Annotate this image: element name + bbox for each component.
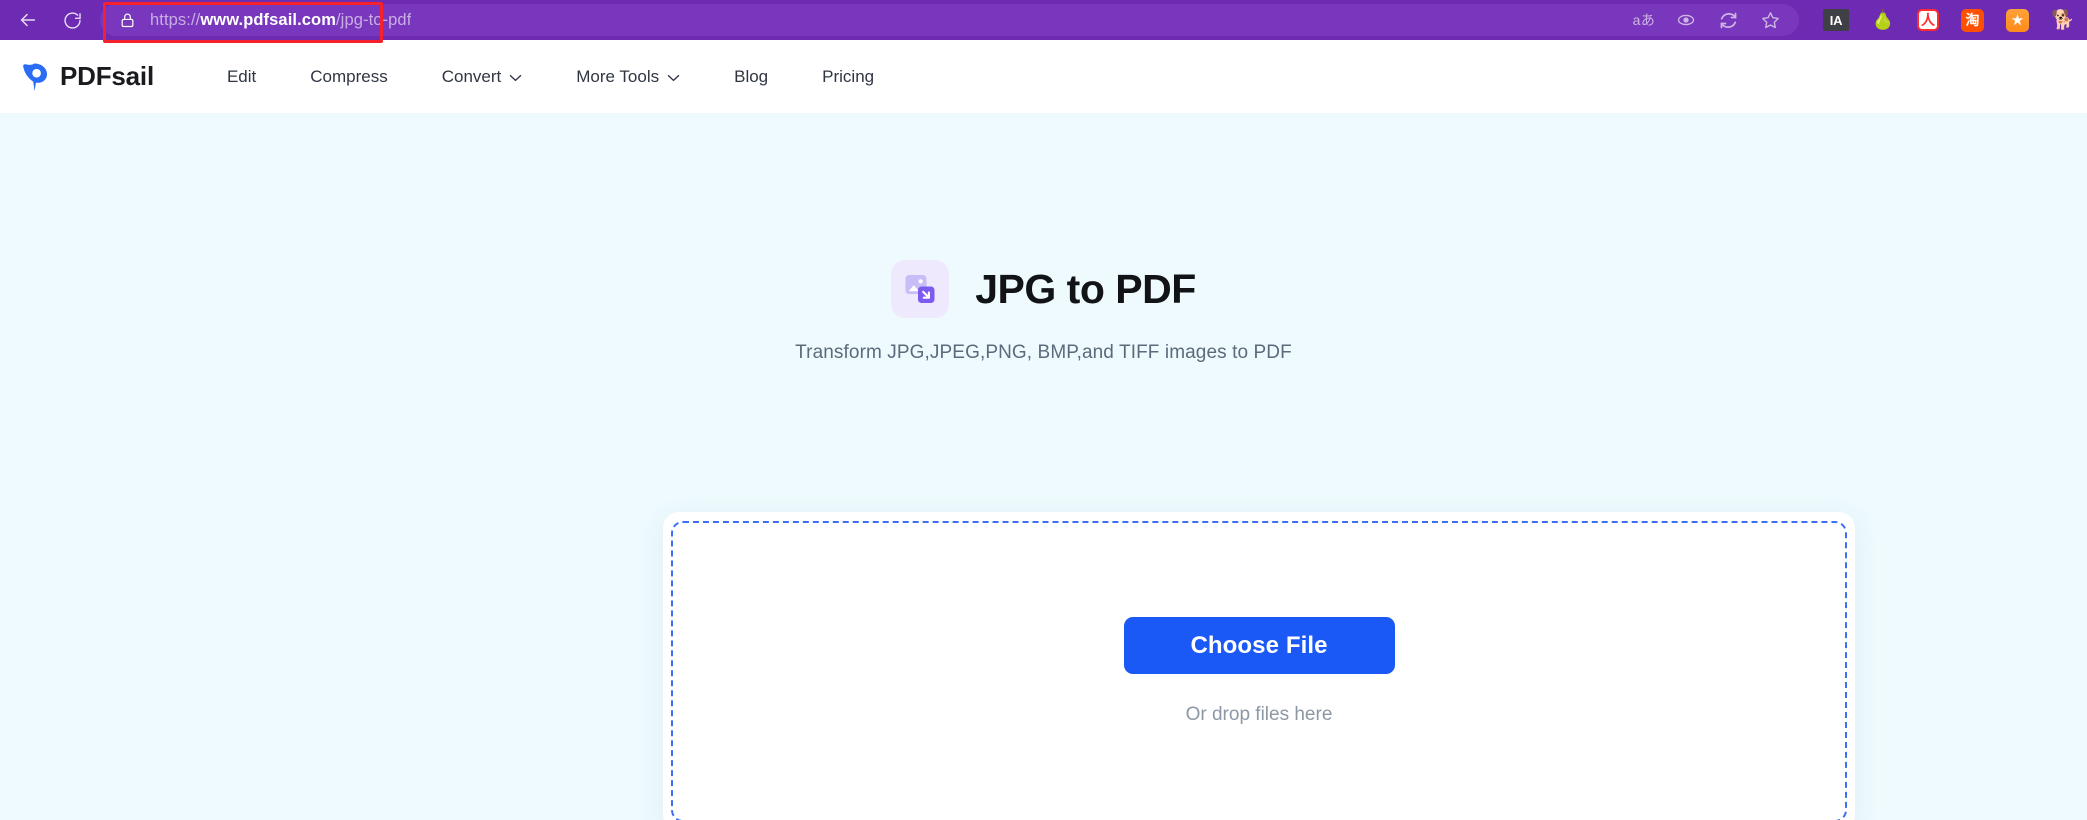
page-subtitle: Transform JPG,JPEG,PNG, BMP,and TIFF ima… bbox=[795, 342, 1292, 363]
copilot-icon[interactable] bbox=[1715, 7, 1741, 33]
site-logo-text: PDFsail bbox=[60, 61, 154, 91]
site-header: PDFsail Edit Compress Convert More Tools… bbox=[0, 40, 2087, 113]
nav-label-pricing: Pricing bbox=[822, 66, 875, 86]
drop-files-hint: Or drop files here bbox=[1185, 704, 1333, 725]
address-bar[interactable]: https://www.pdfsail.com/jpg-to-pdf aあ bbox=[100, 4, 1799, 36]
nav-item-edit[interactable]: Edit bbox=[200, 59, 283, 95]
fruit-extension-icon[interactable]: 🍐 bbox=[1871, 8, 1895, 32]
nav-label-more-tools: More Tools bbox=[576, 66, 660, 86]
reload-icon bbox=[62, 10, 83, 31]
site-logo[interactable]: PDFsail bbox=[20, 60, 154, 94]
translate-icon[interactable]: aあ bbox=[1631, 7, 1657, 33]
url-path: /jpg-to-pdf bbox=[336, 10, 412, 29]
ia-extension-icon[interactable]: IA bbox=[1823, 9, 1849, 31]
nav-item-pricing[interactable]: Pricing bbox=[795, 59, 901, 95]
extension-icons: IA 🍐 人 淘 ★ 🐕 bbox=[1799, 8, 2081, 32]
address-bar-actions: aあ bbox=[1631, 7, 1793, 33]
favorite-star-icon[interactable] bbox=[1757, 7, 1783, 33]
lock-icon bbox=[114, 7, 140, 33]
main-navigation: Edit Compress Convert More Tools Blog Pr… bbox=[200, 59, 901, 95]
star-extension-icon[interactable]: ★ bbox=[2006, 8, 2029, 32]
hero-section: JPG to PDF Transform JPG,JPEG,PNG, BMP,a… bbox=[0, 113, 2087, 364]
file-dropzone[interactable]: Choose File Or drop files here bbox=[671, 521, 1847, 820]
url-text: https://www.pdfsail.com/jpg-to-pdf bbox=[150, 11, 411, 30]
url-host: www.pdfsail.com bbox=[200, 10, 336, 29]
taobao-extension-icon[interactable]: 淘 bbox=[1961, 8, 1984, 32]
upload-card: Choose File Or drop files here bbox=[663, 512, 1855, 820]
nav-item-more-tools[interactable]: More Tools bbox=[549, 59, 707, 95]
chevron-down-icon bbox=[509, 67, 522, 87]
reading-view-icon[interactable] bbox=[1673, 7, 1699, 33]
url-scheme: https:// bbox=[150, 10, 201, 29]
pdfsail-logo-icon bbox=[20, 60, 50, 94]
shiba-extension-icon[interactable]: 🐕 bbox=[2051, 8, 2075, 32]
browser-toolbar: https://www.pdfsail.com/jpg-to-pdf aあ IA… bbox=[0, 0, 2087, 43]
ren-extension-icon[interactable]: 人 bbox=[1917, 9, 1939, 31]
reload-button[interactable] bbox=[50, 3, 94, 37]
nav-label-compress: Compress bbox=[310, 66, 388, 86]
nav-label-convert: Convert bbox=[441, 66, 502, 86]
nav-item-compress[interactable]: Compress bbox=[283, 59, 414, 95]
page-body: JPG to PDF Transform JPG,JPEG,PNG, BMP,a… bbox=[0, 113, 2087, 820]
back-button[interactable] bbox=[6, 3, 50, 37]
nav-item-convert[interactable]: Convert bbox=[415, 59, 550, 95]
nav-item-blog[interactable]: Blog bbox=[707, 59, 795, 95]
back-arrow-icon bbox=[17, 9, 39, 31]
jpg-to-pdf-icon bbox=[891, 260, 950, 318]
choose-file-button[interactable]: Choose File bbox=[1123, 617, 1395, 674]
nav-label-edit: Edit bbox=[226, 66, 257, 86]
nav-label-blog: Blog bbox=[734, 66, 769, 86]
hero-title-row: JPG to PDF bbox=[0, 260, 2087, 318]
chevron-down-icon bbox=[667, 67, 680, 87]
page-title: JPG to PDF bbox=[975, 265, 1196, 312]
